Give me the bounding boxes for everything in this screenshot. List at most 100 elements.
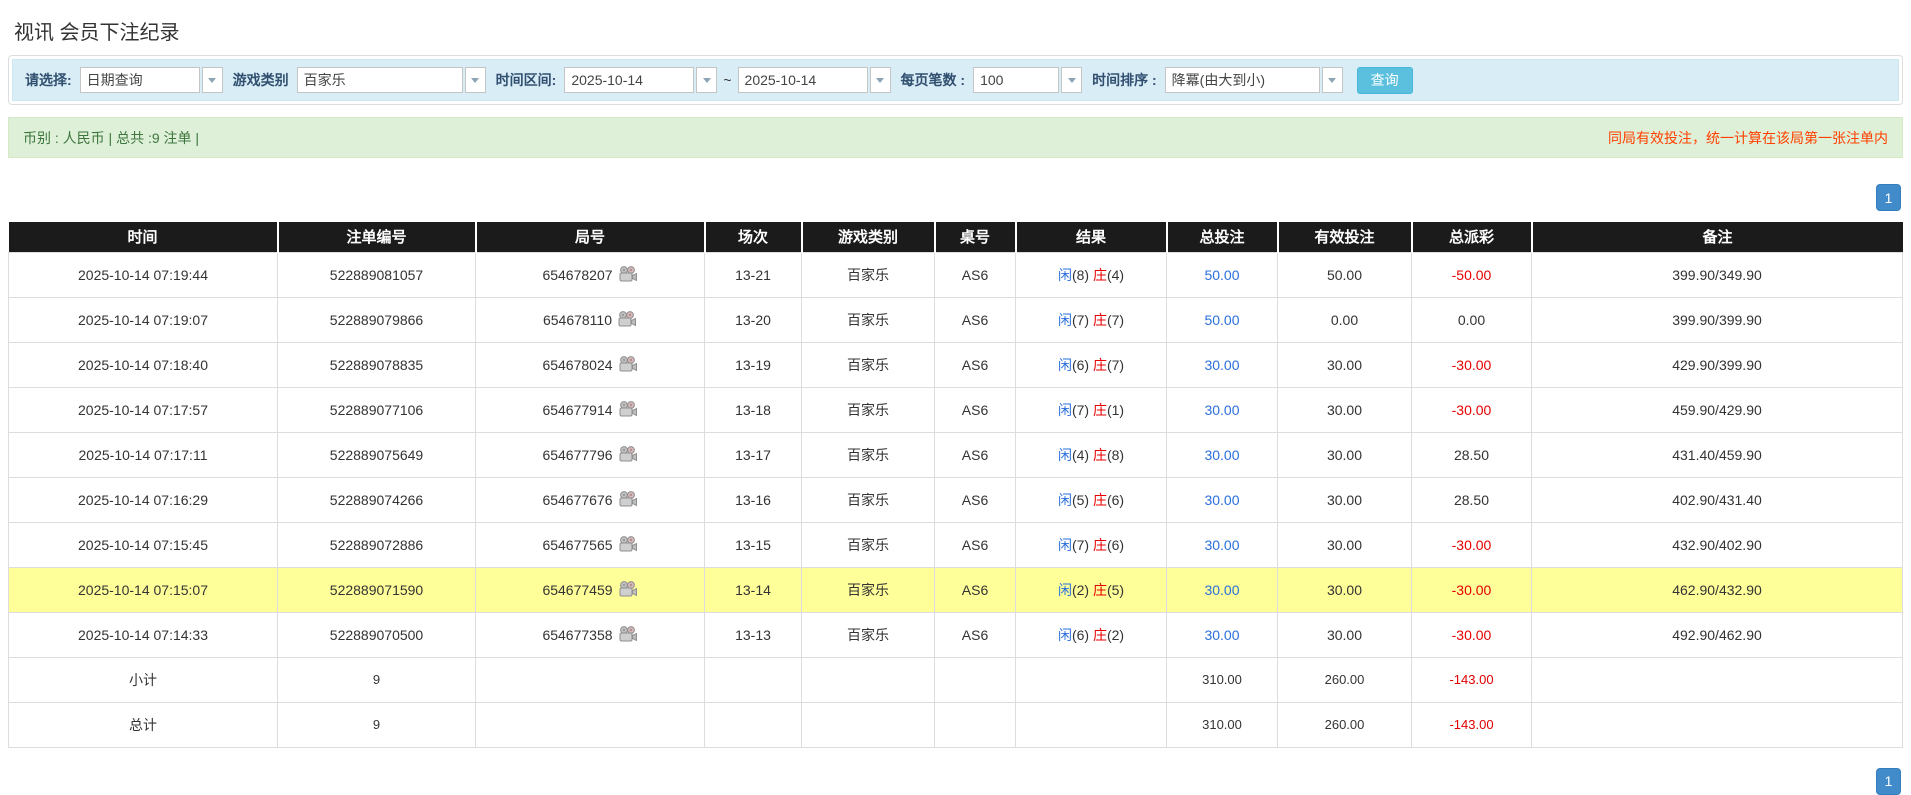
totals-payout-cell: -143.00 xyxy=(1412,657,1532,702)
total-bet-link[interactable]: 30.00 xyxy=(1204,357,1239,373)
column-header: 总投注 xyxy=(1167,222,1278,252)
totals-remark-cell xyxy=(1532,657,1903,702)
result-cell: 闲(2) 庄(5) xyxy=(1016,567,1167,612)
table-number-cell: AS6 xyxy=(935,567,1016,612)
round-number: 654678110 xyxy=(543,312,612,328)
currency-total-summary: 币别 : 人民币 | 总共 :9 注单 | xyxy=(23,128,199,148)
date-to-dropdown-button[interactable] xyxy=(870,67,891,93)
payout-cell: 28.50 xyxy=(1412,432,1532,477)
result-cell: 闲(7) 庄(1) xyxy=(1016,387,1167,432)
bet-time-cell: 2025-10-14 07:19:44 xyxy=(9,252,278,297)
query-mode-select[interactable]: 日期查询 xyxy=(80,67,223,93)
game-type-select[interactable]: 百家乐 xyxy=(297,67,486,93)
page-size-dropdown-button[interactable] xyxy=(1061,67,1082,93)
valid-bet-cell: 30.00 xyxy=(1278,432,1412,477)
date-from-dropdown-button[interactable] xyxy=(696,67,717,93)
page-1-button[interactable]: 1 xyxy=(1876,768,1901,795)
player-result-value: (2) xyxy=(1072,582,1093,598)
banker-result-value: (4) xyxy=(1107,267,1124,283)
total-bet-link[interactable]: 50.00 xyxy=(1204,312,1239,328)
total-bet-link[interactable]: 30.00 xyxy=(1204,492,1239,508)
valid-bet-cell: 30.00 xyxy=(1278,567,1412,612)
game-type-cell: 百家乐 xyxy=(802,522,935,567)
remark-cell: 432.90/402.90 xyxy=(1532,522,1903,567)
video-camera-icon[interactable] xyxy=(618,491,638,508)
sort-order-dropdown-button[interactable] xyxy=(1322,67,1343,93)
total-bet-link[interactable]: 50.00 xyxy=(1204,267,1239,283)
date-from-value[interactable]: 2025-10-14 xyxy=(564,67,694,93)
bet-id-cell: 522889081057 xyxy=(278,252,476,297)
video-camera-icon[interactable] xyxy=(618,266,638,283)
player-result-label: 闲 xyxy=(1058,312,1072,328)
bet-time-cell: 2025-10-14 07:14:33 xyxy=(9,612,278,657)
totals-empty-cell xyxy=(1016,702,1167,747)
date-to-value[interactable]: 2025-10-14 xyxy=(738,67,868,93)
round-number: 654677565 xyxy=(542,537,612,553)
round-number: 654677459 xyxy=(542,582,612,598)
page-1-button[interactable]: 1 xyxy=(1876,184,1901,211)
payout-value: -30.00 xyxy=(1452,357,1492,373)
game-type-cell: 百家乐 xyxy=(802,612,935,657)
totals-empty-cell xyxy=(705,702,802,747)
result-cell: 闲(7) 庄(6) xyxy=(1016,522,1167,567)
search-button[interactable]: 查询 xyxy=(1357,67,1413,94)
video-camera-icon[interactable] xyxy=(618,356,638,373)
game-type-value[interactable]: 百家乐 xyxy=(297,67,463,93)
totals-label-cell: 总计 xyxy=(9,702,278,747)
valid-bet-cell: 30.00 xyxy=(1278,477,1412,522)
page-size-value[interactable]: 100 xyxy=(973,67,1059,93)
banker-result-label: 庄 xyxy=(1093,312,1107,328)
total-bet-link[interactable]: 30.00 xyxy=(1204,447,1239,463)
total-bet-link[interactable]: 30.00 xyxy=(1204,582,1239,598)
date-from-picker[interactable]: 2025-10-14 xyxy=(564,67,717,93)
result-cell: 闲(8) 庄(4) xyxy=(1016,252,1167,297)
total-bet-cell: 30.00 xyxy=(1167,522,1278,567)
round-number: 654677676 xyxy=(542,492,612,508)
totals-valid-bet-cell: 260.00 xyxy=(1278,702,1412,747)
totals-empty-cell xyxy=(935,657,1016,702)
banker-result-value: (7) xyxy=(1107,312,1124,328)
round-number-cell: 654678207 xyxy=(476,252,705,297)
total-bet-link[interactable]: 30.00 xyxy=(1204,627,1239,643)
date-to-picker[interactable]: 2025-10-14 xyxy=(738,67,891,93)
payout-cell: -30.00 xyxy=(1412,342,1532,387)
total-bet-link[interactable]: 30.00 xyxy=(1204,402,1239,418)
totals-empty-cell xyxy=(476,702,705,747)
total-bet-link[interactable]: 30.00 xyxy=(1204,537,1239,553)
chevron-down-icon xyxy=(471,78,479,83)
remark-cell: 429.90/399.90 xyxy=(1532,342,1903,387)
sort-order-select[interactable]: 降冪(由大到小) xyxy=(1165,67,1343,93)
bet-id-cell: 522889070500 xyxy=(278,612,476,657)
banker-result-value: (2) xyxy=(1107,627,1124,643)
table-number-cell: AS6 xyxy=(935,612,1016,657)
game-type-label: 游戏类别 xyxy=(233,70,289,90)
game-type-dropdown-button[interactable] xyxy=(465,67,486,93)
video-camera-icon[interactable] xyxy=(618,581,638,598)
column-header: 游戏类别 xyxy=(802,222,935,252)
game-type-cell: 百家乐 xyxy=(802,477,935,522)
valid-bet-cell: 30.00 xyxy=(1278,387,1412,432)
column-header: 场次 xyxy=(705,222,802,252)
sort-order-value[interactable]: 降冪(由大到小) xyxy=(1165,67,1320,93)
video-camera-icon[interactable] xyxy=(617,311,637,328)
video-camera-icon[interactable] xyxy=(618,536,638,553)
video-camera-icon[interactable] xyxy=(618,401,638,418)
page-size-select[interactable]: 100 xyxy=(973,67,1082,93)
query-mode-value[interactable]: 日期查询 xyxy=(80,67,200,93)
payout-cell: -30.00 xyxy=(1412,387,1532,432)
video-camera-icon[interactable] xyxy=(618,626,638,643)
game-type-cell: 百家乐 xyxy=(802,387,935,432)
player-result-label: 闲 xyxy=(1058,582,1072,598)
total-bet-cell: 30.00 xyxy=(1167,387,1278,432)
grand-total-row: 总计9310.00260.00-143.00 xyxy=(9,702,1903,747)
valid-bet-cell: 30.00 xyxy=(1278,522,1412,567)
totals-payout-value: -143.00 xyxy=(1449,717,1493,732)
video-camera-icon[interactable] xyxy=(618,446,638,463)
payout-value: 0.00 xyxy=(1458,312,1485,328)
query-mode-dropdown-button[interactable] xyxy=(202,67,223,93)
payout-value: 28.50 xyxy=(1454,447,1489,463)
bet-time-cell: 2025-10-14 07:18:40 xyxy=(9,342,278,387)
game-type-cell: 百家乐 xyxy=(802,342,935,387)
player-result-value: (7) xyxy=(1072,402,1093,418)
round-number-cell: 654677676 xyxy=(476,477,705,522)
